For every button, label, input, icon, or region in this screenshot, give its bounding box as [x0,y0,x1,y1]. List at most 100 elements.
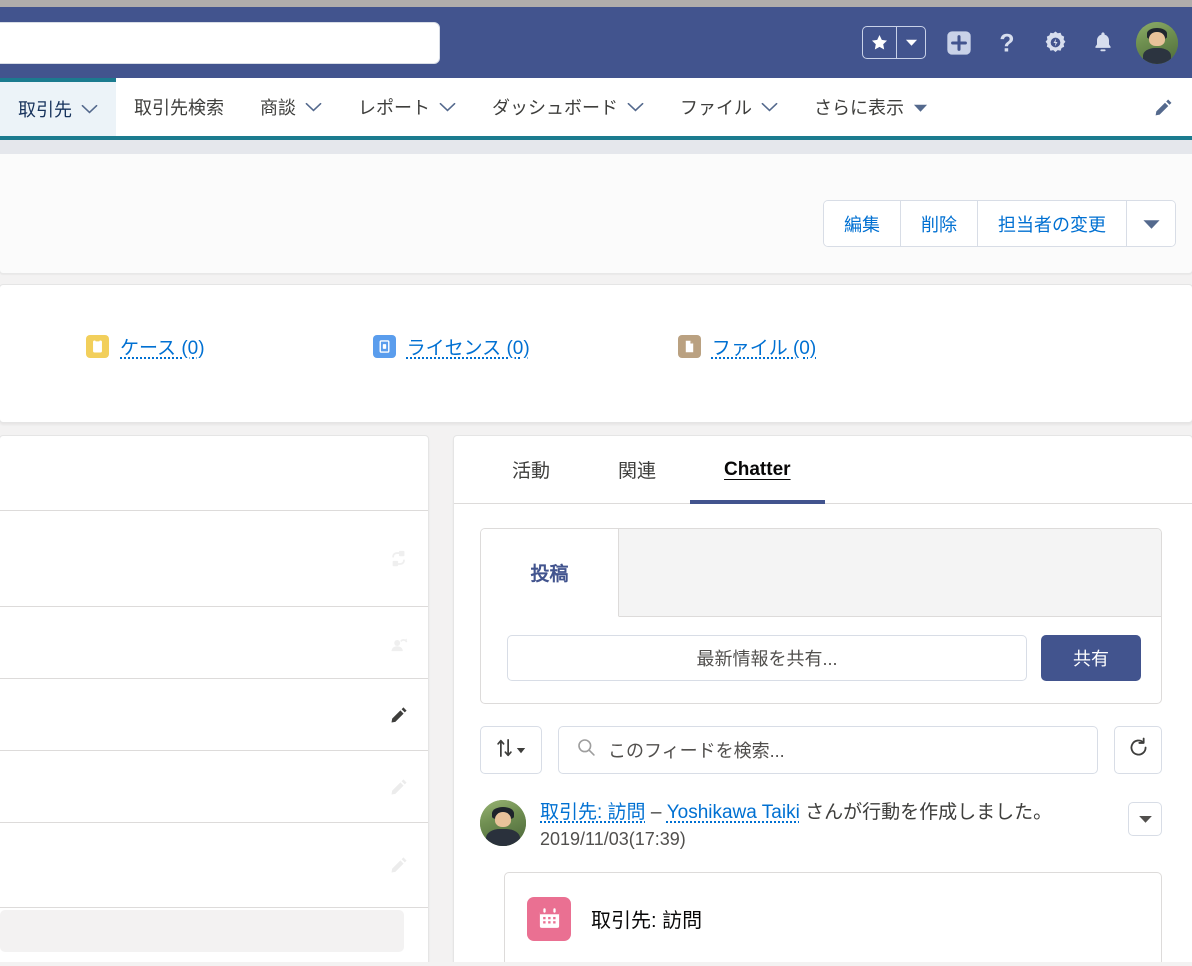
related-list-cases[interactable]: ケース (0) [86,333,205,360]
feed-item-record-link[interactable]: 取引先: 訪問 [540,802,646,823]
event-calendar-icon [527,896,571,941]
publisher-body: 最新情報を共有... 共有 [481,617,1161,703]
feed-item-timestamp: 2019/11/03(17:39) [540,828,686,849]
feed-item: 取引先: 訪問 – Yoshikawa Taiki さんが行動を作成しました。 … [454,774,1192,850]
record-content-columns: 活動 関連 Chatter 投稿 最新情報を共有... 共有 このフィードを検索… [0,435,1192,962]
chatter-panel: 活動 関連 Chatter 投稿 最新情報を共有... 共有 このフィードを検索… [453,435,1192,962]
caret-down-filled-icon[interactable] [913,97,928,118]
nav-item-label: ダッシュボード [492,98,618,118]
publisher-tab-list: 投稿 [481,529,1161,617]
delete-button-label: 削除 [921,214,957,235]
feed-toolbar: このフィードを検索... [454,704,1192,774]
tab-related[interactable]: 関連 [584,436,690,503]
related-lists-quick-links-card: ケース (0) ライセンス (0) ファイル (0) [0,284,1192,423]
user-avatar[interactable] [1136,21,1178,64]
chevron-down-icon[interactable] [627,97,644,118]
chatter-publisher: 投稿 最新情報を共有... 共有 [480,528,1162,704]
feed-item-menu-button[interactable] [1128,802,1162,836]
feed-sort-button[interactable] [480,726,542,774]
sort-caret-down-icon [516,741,526,759]
file-icon [677,335,701,358]
tab-chatter[interactable]: Chatter [690,436,825,504]
related-list-files-label: ファイル (0) [711,338,817,359]
global-actions-plus-icon[interactable] [944,28,974,58]
publisher-text-input[interactable]: 最新情報を共有... [507,635,1027,681]
nav-item-accounts[interactable]: 取引先 [0,78,116,136]
feed-item-avatar[interactable] [480,800,526,846]
edit-pencil-icon[interactable] [388,854,410,876]
nav-item-label: 商談 [260,98,296,118]
publisher-tab-post[interactable]: 投稿 [481,529,619,617]
record-header-card: 編集 削除 担当者の変更 [0,154,1192,274]
field-row[interactable] [0,751,428,823]
share-button-label: 共有 [1073,649,1109,669]
nav-item-files[interactable]: ファイル [662,78,796,136]
case-icon [86,335,109,358]
record-actions-overflow-caret-icon[interactable] [1127,201,1175,246]
field-row[interactable] [0,511,428,607]
nav-item-show-more[interactable]: さらに表示 [796,78,946,136]
related-list-licenses-label: ライセンス (0) [406,338,530,359]
favorites-star-icon[interactable] [863,27,897,58]
nav-item-label: 取引先 [18,100,72,120]
field-row[interactable] [0,436,428,511]
details-panel-footer-button[interactable] [0,910,404,952]
feed-search-input[interactable]: このフィードを検索... [558,726,1098,774]
feed-item-record-preview-card[interactable]: 取引先: 訪問 [504,871,1162,962]
related-list-licenses[interactable]: ライセンス (0) [372,333,530,360]
field-row[interactable] [0,823,428,908]
nav-item-label: さらに表示 [814,98,904,118]
help-question-icon[interactable]: ? [992,28,1022,58]
field-row[interactable] [0,679,428,751]
feed-item-headline: 取引先: 訪問 – Yoshikawa Taiki さんが行動を作成しました。 [540,800,1114,826]
change-owner-button-label: 担当者の変更 [998,214,1106,235]
record-details-panel [0,435,429,962]
feed-item-separator: – [650,802,662,823]
refresh-icon [1128,737,1149,763]
share-button[interactable]: 共有 [1041,635,1141,681]
record-action-buttons: 編集 削除 担当者の変更 [823,200,1176,247]
tab-activity[interactable]: 活動 [478,436,584,503]
feed-item-record-preview-title: 取引先: 訪問 [591,910,703,933]
page-top-band [0,140,1192,154]
change-owner-icon[interactable] [388,632,410,654]
delete-button[interactable]: 削除 [901,201,978,246]
edit-pencil-icon[interactable] [388,704,410,726]
nav-item-opportunities[interactable]: 商談 [242,78,340,136]
nav-item-dashboards[interactable]: ダッシュボード [474,78,662,136]
change-owner-button[interactable]: 担当者の変更 [978,201,1127,246]
chevron-down-icon[interactable] [81,99,98,120]
feed-item-user-link[interactable]: Yoshikawa Taiki [667,802,800,823]
related-list-files[interactable]: ファイル (0) [677,333,817,360]
nav-item-reports[interactable]: レポート [340,78,474,136]
edit-button[interactable]: 編集 [824,201,901,246]
page-body: 編集 削除 担当者の変更 ケース (0) ライセンス (0) ファイル (0) … [0,140,1192,962]
nav-item-label: 取引先検索 [134,98,224,118]
edit-pencil-icon[interactable] [388,776,410,798]
publisher-tab-post-label: 投稿 [530,564,569,585]
license-icon [372,335,396,358]
nav-item-account-search[interactable]: 取引先検索 [116,78,242,136]
tab-activity-label: 活動 [512,461,551,482]
edit-navigation-pencil-icon[interactable] [1148,92,1178,122]
feed-refresh-button[interactable] [1114,726,1162,774]
chevron-down-icon[interactable] [761,97,778,118]
feed-search-placeholder: このフィードを検索... [608,741,785,761]
field-row[interactable] [0,607,428,679]
chatter-tab-list: 活動 関連 Chatter [454,436,1192,504]
chevron-down-icon[interactable] [439,97,456,118]
nav-item-label: ファイル [680,98,752,118]
favorites-chevron-down-icon[interactable] [897,27,925,58]
favorites-group[interactable] [862,26,926,59]
salesforce-lightning-app: ? 取引先 取引先検索 商談 レポート ダッシュボード ファイル さらに表示 編… [0,0,1192,966]
edit-button-label: 編集 [844,214,880,235]
setup-gear-icon[interactable] [1040,28,1070,58]
tab-related-label: 関連 [618,461,657,482]
change-record-type-icon[interactable] [388,548,410,570]
global-header: ? [0,7,1192,78]
chevron-down-icon[interactable] [305,97,322,118]
global-header-actions: ? [862,7,1178,78]
publisher-tab-filler [619,529,1161,617]
global-search-input[interactable] [0,22,440,64]
notifications-bell-icon[interactable] [1088,28,1118,58]
